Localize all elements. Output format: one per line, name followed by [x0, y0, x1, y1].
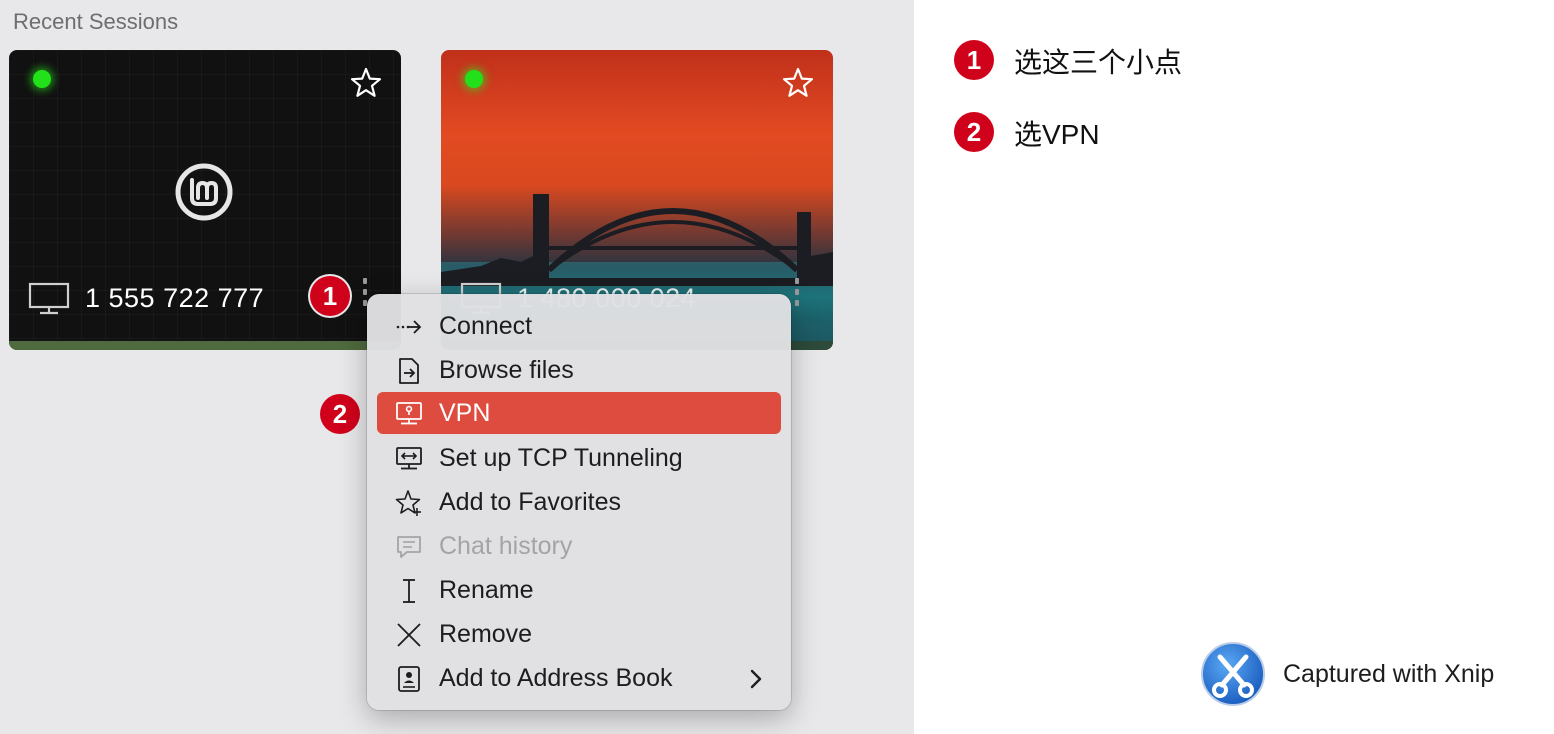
session-context-menu: Connect Browse files VPN Set up TCP Tunn… — [367, 294, 791, 710]
menu-label: Set up TCP Tunneling — [439, 444, 683, 472]
menu-item-connect[interactable]: Connect — [377, 305, 781, 347]
xnip-logo-icon — [1201, 642, 1265, 706]
instruction-badge-1: 1 — [954, 40, 994, 80]
favorite-star-icon[interactable] — [349, 66, 383, 100]
recent-sessions-panel: Recent Sessions 1 555 722 777 1 2 Connec… — [0, 0, 914, 734]
more-options-icon[interactable] — [791, 276, 803, 318]
menu-label: Add to Address Book — [439, 664, 673, 692]
connect-arrow-icon — [396, 320, 422, 334]
menu-label: Connect — [439, 312, 533, 340]
file-icon — [399, 358, 419, 384]
menu-item-tcp-tunneling[interactable]: Set up TCP Tunneling — [377, 437, 781, 479]
menu-item-add-favorites[interactable]: Add to Favorites — [377, 481, 781, 523]
favorite-star-icon[interactable] — [781, 66, 815, 100]
text-cursor-icon — [403, 579, 415, 603]
online-status-icon — [465, 70, 483, 88]
menu-item-rename[interactable]: Rename — [377, 569, 781, 611]
session-id: 1 555 722 777 — [85, 283, 265, 313]
vpn-monitor-icon — [396, 402, 422, 425]
monitor-icon — [28, 282, 70, 315]
card-footer-strip — [9, 341, 401, 350]
online-status-icon — [33, 70, 51, 88]
menu-label: Add to Favorites — [439, 488, 622, 516]
menu-label: Rename — [439, 576, 534, 604]
linux-mint-logo-icon — [175, 163, 233, 221]
menu-label: Browse files — [439, 356, 574, 384]
close-x-icon — [397, 623, 421, 647]
instruction-text-1: 选这三个小点 — [1014, 47, 1183, 78]
chat-icon — [397, 536, 421, 558]
menu-label: VPN — [439, 399, 491, 427]
menu-item-remove[interactable]: Remove — [377, 613, 781, 655]
xnip-caption: Captured with Xnip — [1283, 660, 1495, 688]
instruction-badge-2: 2 — [954, 112, 994, 152]
chevron-right-icon — [750, 669, 762, 689]
menu-item-browse-files[interactable]: Browse files — [377, 349, 781, 391]
menu-item-vpn[interactable]: VPN — [377, 392, 781, 434]
menu-label: Chat history — [439, 532, 573, 560]
section-title: Recent Sessions — [13, 9, 179, 34]
address-book-icon — [398, 666, 420, 692]
menu-label: Remove — [439, 620, 533, 648]
star-plus-icon — [395, 490, 421, 516]
menu-item-address-book[interactable]: Add to Address Book — [377, 657, 781, 699]
instruction-text-2: 选VPN — [1014, 119, 1100, 150]
menu-item-chat-history: Chat history — [377, 525, 781, 567]
tcp-tunnel-icon — [396, 447, 422, 470]
step-badge-1: 1 — [310, 276, 350, 316]
step-badge-2: 2 — [320, 394, 360, 434]
